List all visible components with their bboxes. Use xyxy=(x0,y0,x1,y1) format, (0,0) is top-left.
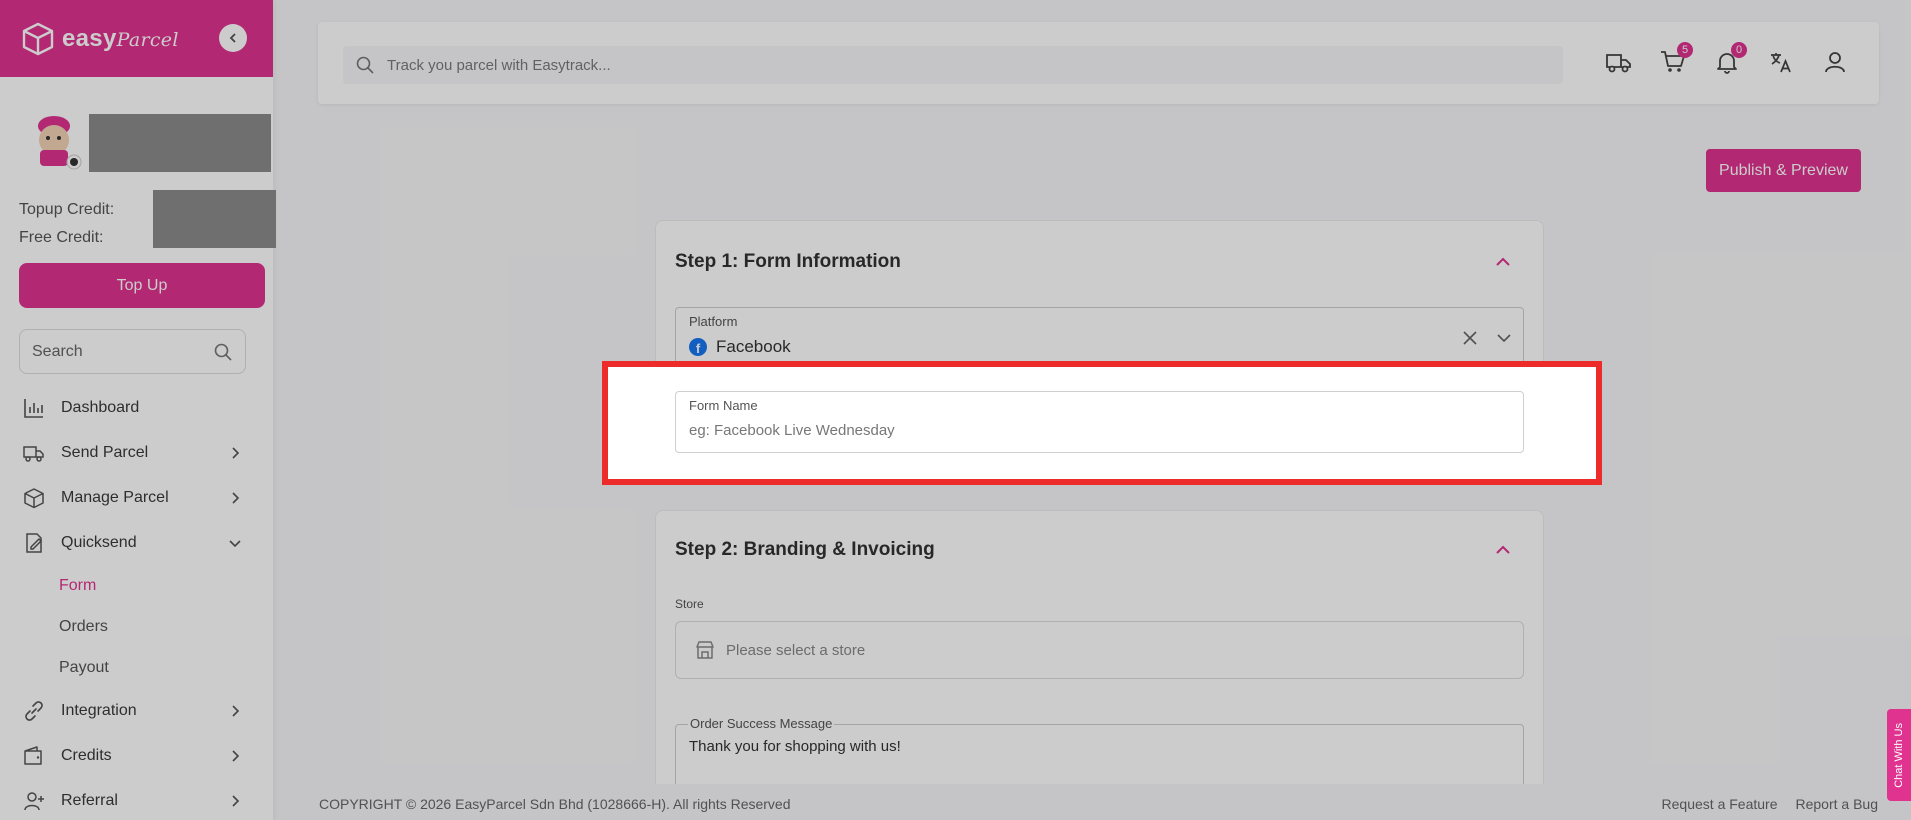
collapse-sidebar-button[interactable] xyxy=(219,24,247,52)
store-icon xyxy=(696,641,714,659)
footer: COPYRIGHT © 2026 EasyParcel Sdn Bhd (102… xyxy=(283,784,1911,820)
sidebar-item-referral[interactable]: Referral xyxy=(0,778,273,820)
chat-with-us-label: Chat With Us xyxy=(1893,722,1905,788)
platform-value-text: Facebook xyxy=(716,337,791,356)
sidebar-item-label: Quicksend xyxy=(61,533,137,551)
chevron-up-icon[interactable] xyxy=(1493,540,1513,560)
store-label: Store xyxy=(675,597,704,611)
redacted-username xyxy=(89,114,271,172)
logo-main: easy xyxy=(62,24,117,52)
sidebar-subitem-payout[interactable]: Payout xyxy=(0,647,273,688)
edit-icon xyxy=(22,531,46,555)
order-success-message-value: Thank you for shopping with us! xyxy=(689,738,901,755)
cart-count-badge: 5 xyxy=(1677,42,1693,58)
chart-bar-icon xyxy=(22,396,46,420)
search-icon[interactable] xyxy=(213,342,233,362)
sidebar-item-quicksend[interactable]: Quicksend xyxy=(0,520,273,565)
store-select[interactable]: Please select a store xyxy=(675,621,1524,679)
redacted-credit-values xyxy=(153,190,276,248)
sidebar-item-dashboard[interactable]: Dashboard xyxy=(0,385,273,430)
sidebar-item-manage-parcel[interactable]: Manage Parcel xyxy=(0,475,273,520)
logo-box-icon xyxy=(20,21,56,57)
order-success-message-label: Order Success Message xyxy=(688,716,835,731)
truck-icon xyxy=(22,441,46,465)
notification-count-badge: 0 xyxy=(1731,42,1747,58)
footer-links: Request a Feature Report a Bug xyxy=(1662,796,1878,812)
platform-select[interactable]: Platform f Facebook xyxy=(675,307,1524,369)
form-name-input[interactable] xyxy=(689,422,1489,439)
chat-with-us-button[interactable]: Chat With Us xyxy=(1887,709,1911,801)
step2-title: Step 2: Branding & Invoicing xyxy=(675,539,935,560)
sidebar-subitem-form[interactable]: Form xyxy=(0,565,273,606)
chevron-down-icon[interactable] xyxy=(1495,329,1513,347)
step2-card: Step 2: Branding & Invoicing Store Pleas… xyxy=(655,510,1544,820)
translate-icon[interactable] xyxy=(1767,48,1795,76)
facebook-icon: f xyxy=(689,338,707,356)
report-bug-link[interactable]: Report a Bug xyxy=(1796,796,1879,812)
store-placeholder: Please select a store xyxy=(726,641,866,659)
platform-label: Platform xyxy=(689,314,738,329)
chevron-up-icon[interactable] xyxy=(1493,252,1513,272)
chevron-right-icon xyxy=(232,794,240,807)
brand-header: easyParcel xyxy=(0,0,273,77)
logo-text: easyParcel xyxy=(62,25,179,53)
easytrack-input[interactable] xyxy=(387,56,1537,74)
sidebar-item-integration[interactable]: Integration xyxy=(0,688,273,733)
sidebar-item-label: Manage Parcel xyxy=(61,488,169,506)
chevron-down-icon xyxy=(229,539,241,547)
easytrack-search xyxy=(343,46,1563,84)
topup-credit-label: Topup Credit: xyxy=(19,201,115,218)
topup-button[interactable]: Top Up xyxy=(19,263,265,308)
chevron-left-icon xyxy=(229,33,236,43)
wallet-icon xyxy=(22,744,46,768)
sidebar-search-input[interactable] xyxy=(32,342,213,361)
sidebar-item-send-parcel[interactable]: Send Parcel xyxy=(0,430,273,475)
sidebar-subitem-orders[interactable]: Orders xyxy=(0,606,273,647)
sidebar-search xyxy=(19,329,246,374)
chevron-right-icon xyxy=(232,704,240,717)
bell-icon[interactable]: 0 xyxy=(1713,42,1747,76)
chevron-right-icon xyxy=(232,446,240,459)
search-icon xyxy=(356,56,374,74)
clear-icon[interactable] xyxy=(1461,329,1479,347)
form-name-field[interactable]: Form Name xyxy=(675,391,1524,453)
step1-title: Step 1: Form Information xyxy=(675,251,901,272)
box-icon xyxy=(22,486,46,510)
sidebar-item-label: Integration xyxy=(61,701,137,719)
header-icons: 5 0 xyxy=(1605,42,1849,76)
request-feature-link[interactable]: Request a Feature xyxy=(1662,796,1778,812)
sidebar-item-label: Send Parcel xyxy=(61,443,149,461)
publish-preview-button[interactable]: Publish & Preview xyxy=(1706,149,1861,192)
platform-value: f Facebook xyxy=(689,337,791,357)
cart-icon[interactable]: 5 xyxy=(1659,42,1693,76)
copyright-text: COPYRIGHT © 2026 EasyParcel Sdn Bhd (102… xyxy=(319,796,791,812)
free-credit-label: Free Credit: xyxy=(19,229,104,246)
logo-script: Parcel xyxy=(116,28,179,51)
user-plus-icon xyxy=(22,789,46,813)
chevron-right-icon xyxy=(232,491,240,504)
top-header: 5 0 xyxy=(318,22,1879,104)
highlighted-form-name-region: Form Name xyxy=(602,361,1602,485)
user-icon[interactable] xyxy=(1821,48,1849,76)
sidebar-item-credits[interactable]: Credits xyxy=(0,733,273,778)
avatar[interactable] xyxy=(28,112,83,172)
credit-labels: Topup Credit: Free Credit: xyxy=(19,196,114,252)
form-name-label: Form Name xyxy=(689,398,758,413)
link-icon xyxy=(22,699,46,723)
sidebar-nav: Dashboard Send Parcel Manage Parcel Quic… xyxy=(0,385,273,820)
chevron-right-icon xyxy=(232,749,240,762)
sidebar-item-label: Dashboard xyxy=(61,398,140,416)
truck-icon[interactable] xyxy=(1605,48,1633,76)
sidebar-item-label: Referral xyxy=(61,791,118,809)
sidebar: easyParcel Topup Credit: Free Credit: To… xyxy=(0,0,276,820)
sidebar-item-label: Credits xyxy=(61,746,112,764)
